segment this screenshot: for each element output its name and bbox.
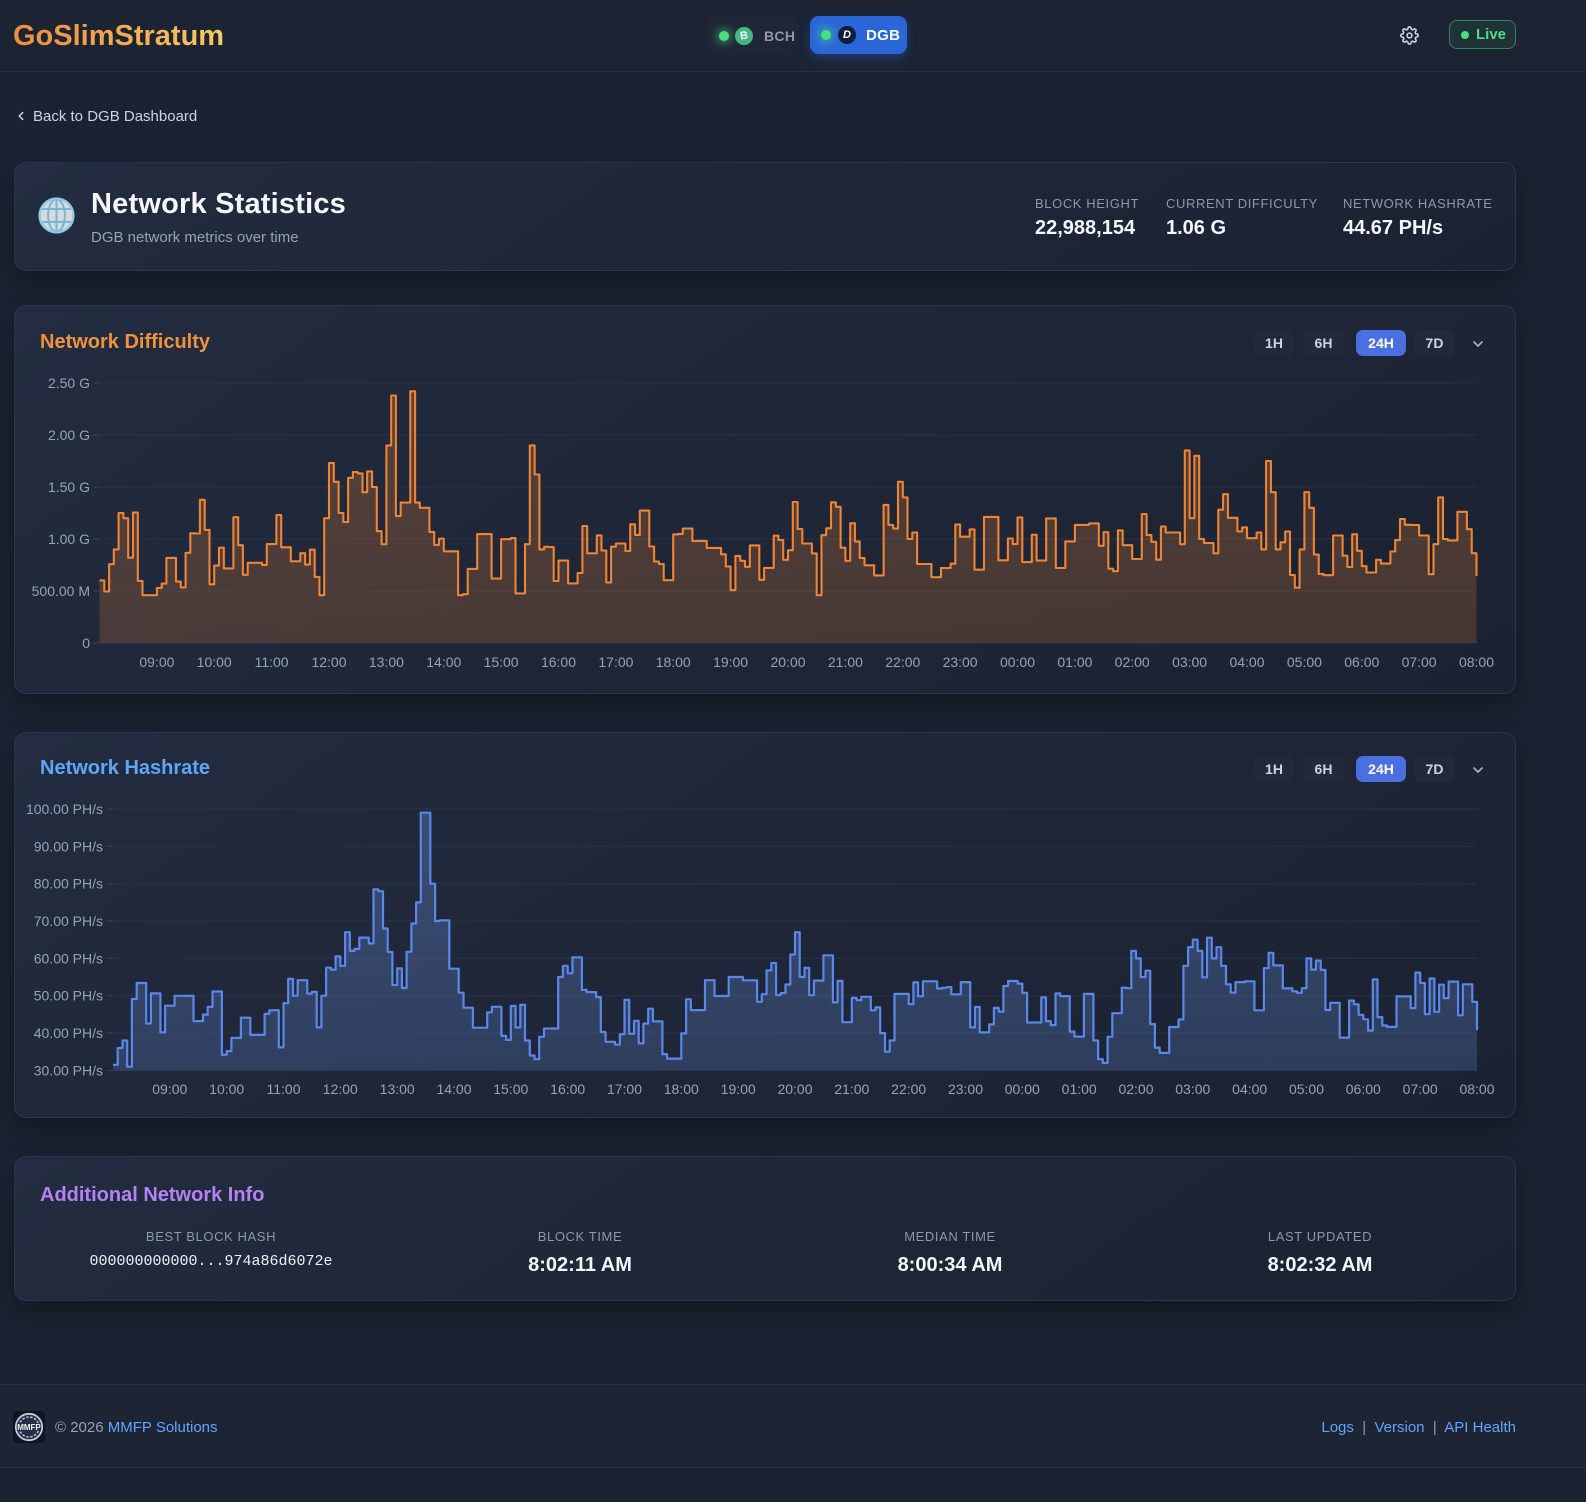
svg-text:05:00: 05:00 [1289, 1081, 1324, 1097]
svg-text:04:00: 04:00 [1232, 1081, 1267, 1097]
svg-text:11:00: 11:00 [255, 654, 289, 670]
svg-text:15:00: 15:00 [493, 1081, 528, 1097]
svg-text:22:00: 22:00 [885, 654, 920, 670]
svg-text:06:00: 06:00 [1344, 654, 1379, 670]
svg-text:1.00 G: 1.00 G [48, 531, 90, 547]
svg-text:09:00: 09:00 [139, 654, 174, 670]
svg-text:2.50 G: 2.50 G [48, 375, 90, 391]
svg-text:00:00: 00:00 [1005, 1081, 1040, 1097]
svg-text:04:00: 04:00 [1229, 654, 1264, 670]
svg-text:23:00: 23:00 [943, 654, 978, 670]
svg-text:01:00: 01:00 [1062, 1081, 1097, 1097]
svg-text:12:00: 12:00 [323, 1081, 358, 1097]
svg-text:09:00: 09:00 [152, 1081, 187, 1097]
svg-text:14:00: 14:00 [426, 654, 461, 670]
svg-text:70.00 PH/s: 70.00 PH/s [34, 913, 103, 929]
svg-text:22:00: 22:00 [891, 1081, 926, 1097]
svg-text:01:00: 01:00 [1057, 654, 1092, 670]
svg-text:07:00: 07:00 [1403, 1081, 1438, 1097]
svg-text:13:00: 13:00 [380, 1081, 415, 1097]
svg-text:19:00: 19:00 [713, 654, 748, 670]
svg-text:40.00 PH/s: 40.00 PH/s [34, 1025, 103, 1041]
svg-text:18:00: 18:00 [664, 1081, 699, 1097]
svg-text:02:00: 02:00 [1118, 1081, 1153, 1097]
svg-text:07:00: 07:00 [1402, 654, 1437, 670]
svg-text:20:00: 20:00 [770, 654, 805, 670]
svg-text:100.00 PH/s: 100.00 PH/s [26, 801, 103, 817]
svg-text:08:00: 08:00 [1459, 654, 1494, 670]
svg-text:16:00: 16:00 [541, 654, 576, 670]
svg-text:06:00: 06:00 [1346, 1081, 1381, 1097]
svg-text:18:00: 18:00 [656, 654, 691, 670]
svg-text:21:00: 21:00 [834, 1081, 869, 1097]
svg-text:19:00: 19:00 [721, 1081, 756, 1097]
svg-text:50.00 PH/s: 50.00 PH/s [34, 988, 103, 1004]
svg-text:20:00: 20:00 [777, 1081, 812, 1097]
svg-text:17:00: 17:00 [607, 1081, 642, 1097]
svg-text:02:00: 02:00 [1115, 654, 1150, 670]
svg-text:00:00: 00:00 [1000, 654, 1035, 670]
svg-text:500.00 M: 500.00 M [32, 583, 90, 599]
svg-text:MMFP: MMFP [17, 1423, 41, 1432]
svg-text:11:00: 11:00 [267, 1081, 301, 1097]
svg-text:10:00: 10:00 [209, 1081, 244, 1097]
svg-text:80.00 PH/s: 80.00 PH/s [34, 876, 103, 892]
svg-text:30.00 PH/s: 30.00 PH/s [34, 1062, 103, 1078]
svg-text:17:00: 17:00 [598, 654, 633, 670]
svg-text:2.00 G: 2.00 G [48, 427, 90, 443]
svg-text:08:00: 08:00 [1459, 1081, 1494, 1097]
svg-text:21:00: 21:00 [828, 654, 863, 670]
svg-text:0: 0 [82, 635, 90, 651]
svg-text:03:00: 03:00 [1172, 654, 1207, 670]
svg-text:13:00: 13:00 [369, 654, 404, 670]
svg-text:10:00: 10:00 [197, 654, 232, 670]
svg-text:60.00 PH/s: 60.00 PH/s [34, 950, 103, 966]
svg-text:14:00: 14:00 [436, 1081, 471, 1097]
svg-text:1.50 G: 1.50 G [48, 479, 90, 495]
svg-text:05:00: 05:00 [1287, 654, 1322, 670]
svg-text:15:00: 15:00 [484, 654, 519, 670]
svg-text:90.00 PH/s: 90.00 PH/s [34, 838, 103, 854]
svg-text:12:00: 12:00 [311, 654, 346, 670]
svg-text:03:00: 03:00 [1175, 1081, 1210, 1097]
svg-text:16:00: 16:00 [550, 1081, 585, 1097]
svg-text:23:00: 23:00 [948, 1081, 983, 1097]
